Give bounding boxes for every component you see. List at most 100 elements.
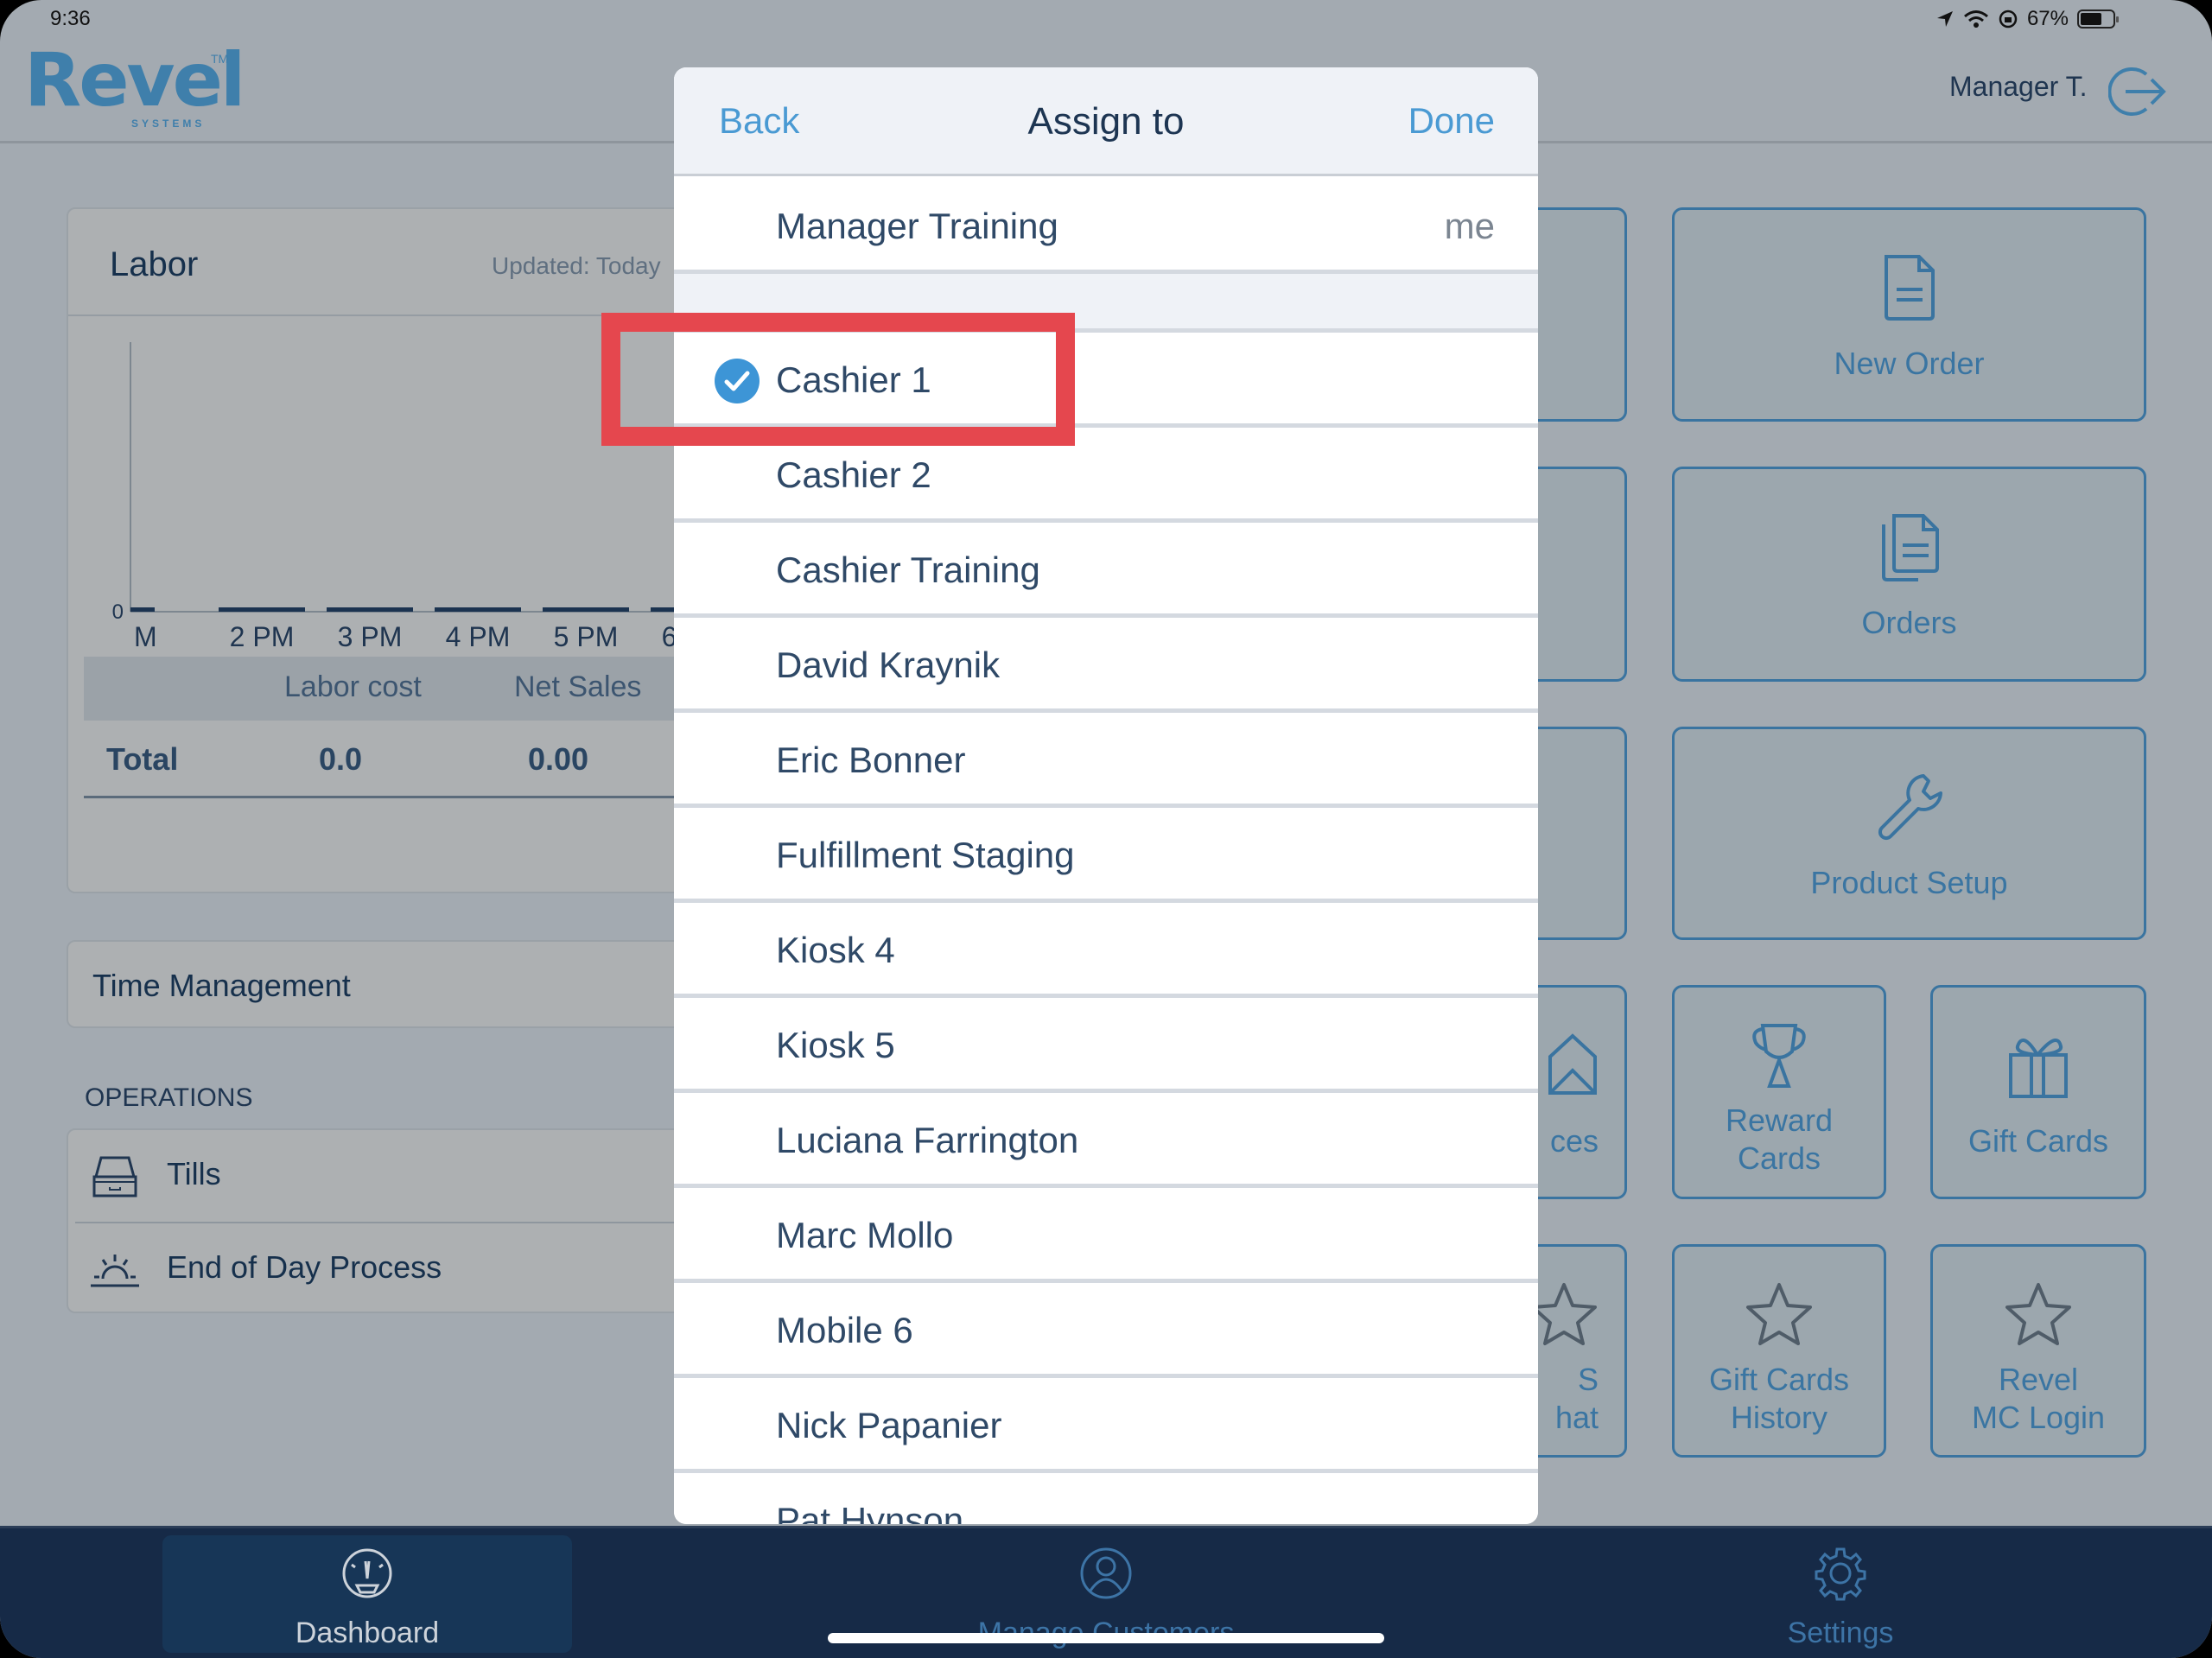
labor-table-header: Labor cost Net Sales [84, 657, 725, 721]
till-drawer-icon [92, 1156, 137, 1197]
tile-label: Product Setup [1810, 865, 2008, 900]
list-item-assignee[interactable]: David Kraynik [674, 618, 1538, 713]
list-item-current-user[interactable]: Manager Training me [674, 179, 1538, 274]
assignee-name: Luciana Farrington [776, 1120, 1079, 1160]
x-tick-label: 3 PM [338, 621, 403, 652]
document-icon [1879, 253, 1940, 327]
labor-updated: Updated: Today [492, 252, 661, 279]
labor-total-row: Total 0.0 0.00 [84, 721, 725, 798]
labor-title: Labor [110, 245, 199, 283]
col-labor-cost: Labor cost [284, 670, 422, 703]
me-tag: me [1444, 206, 1495, 246]
wifi-icon [1963, 10, 1988, 28]
list-item-assignee[interactable]: Cashier 2 [674, 428, 1538, 523]
chart-bar [219, 607, 305, 612]
tab-label: Dashboard [295, 1617, 440, 1649]
list-item-assignee[interactable]: Mobile 6 [674, 1283, 1538, 1378]
documents-icon [1875, 512, 1944, 589]
sunset-icon [91, 1255, 139, 1287]
assignee-name: Cashier 1 [776, 359, 931, 400]
tile-revel-mc-login[interactable]: Revel MC Login [1930, 1244, 2146, 1458]
time-management-label: Time Management [92, 968, 351, 1003]
tab-label: Settings [1787, 1617, 1894, 1649]
ops-item-end-of-day[interactable]: End of Day Process [68, 1223, 721, 1315]
col-net-sales: Net Sales [514, 670, 642, 703]
assignee-name: Cashier 2 [776, 454, 931, 495]
tile-product-setup[interactable]: Product Setup [1672, 727, 2146, 940]
tile-gift-cards-history[interactable]: Gift Cards History [1672, 1244, 1886, 1458]
assignee-name: David Kraynik [776, 645, 1001, 685]
list-item-assignee[interactable]: Cashier 1 [674, 333, 1538, 428]
battery-fill [2081, 13, 2102, 25]
ops-item-label: Tills [167, 1156, 221, 1191]
x-tick-label: M [134, 621, 157, 652]
rotation-lock-icon [1999, 10, 2018, 29]
assignee-name: Kiosk 4 [776, 930, 895, 970]
current-user-name: Manager T. [1949, 71, 2088, 102]
assignee-name: Manager Training [776, 206, 1058, 246]
logo-trademark: TM [211, 52, 229, 66]
star-icon [1745, 1281, 1814, 1351]
section-gap [674, 274, 1538, 333]
labor-card: Labor Updated: Today 0M2 PM 3 PM 4 PM 5 PM 6… [67, 207, 725, 893]
total-label: Total [106, 741, 179, 777]
list-item-assignee[interactable]: Luciana Farrington [674, 1093, 1538, 1188]
assignee-name: Fulfillment Staging [776, 835, 1075, 875]
done-button[interactable]: Done [1408, 100, 1495, 142]
assignee-name: Eric Bonner [776, 740, 966, 780]
assignee-name: Marc Mollo [776, 1215, 954, 1255]
list-item-assignee[interactable]: Fulfillment Staging [674, 808, 1538, 903]
modal-header: Back Assign to Done [674, 67, 1538, 176]
tile-new-order[interactable]: New Order [1672, 207, 2146, 422]
list-item-assignee[interactable]: Eric Bonner [674, 713, 1538, 808]
x-tick-label: 2 PM [230, 621, 295, 652]
tile-label: ces [1549, 1123, 1599, 1159]
y-tick-label: 0 [112, 600, 124, 624]
assign-to-modal: Back Assign to Done Manager Training me … [674, 67, 1538, 1524]
operations-card: Tills End of Day Process [67, 1128, 728, 1315]
ops-item-tills[interactable]: Tills [68, 1130, 721, 1222]
battery-icon [2077, 10, 2119, 29]
total-labor-cost: 0.0 [319, 741, 363, 777]
list-item-assignee[interactable]: Cashier Training [674, 523, 1538, 618]
home-indicator[interactable] [828, 1633, 1384, 1643]
wrench-icon [1875, 772, 1944, 846]
list-item-assignee[interactable]: Nick Papanier [674, 1378, 1538, 1473]
tab-dashboard[interactable]: Dashboard [162, 1535, 572, 1653]
operations-heading: OPERATIONS [85, 1083, 253, 1112]
assignee-name: Cashier Training [776, 549, 1040, 590]
chart-bar [130, 607, 155, 612]
total-net-sales: 0.00 [528, 741, 589, 777]
gift-icon [2005, 1031, 2071, 1104]
tile-label: Revel MC Login [1971, 1362, 2106, 1435]
tile-gift-cards[interactable]: Gift Cards [1930, 985, 2146, 1199]
tile-label: Gift Cards History [1708, 1362, 1850, 1435]
x-tick-label: 5 PM [554, 621, 619, 652]
revel-logo: Revel TM SYSTEMS [24, 43, 245, 130]
tile-orders[interactable]: Orders [1672, 467, 2146, 682]
labor-chart: 0M2 PM3 PM4 PM5 PM6 PM [112, 342, 725, 652]
list-item-assignee[interactable]: Kiosk 4 [674, 903, 1538, 998]
tile-label: Orders [1861, 605, 1957, 640]
star-icon [2004, 1281, 2073, 1351]
gear-icon [1815, 1547, 1866, 1601]
logo-subtitle: SYSTEMS [131, 118, 206, 130]
location-arrow-icon [1936, 11, 1953, 27]
x-tick-label: 4 PM [446, 621, 511, 652]
battery-percent: 67% [2026, 7, 2069, 30]
assignee-name: Kiosk 5 [776, 1025, 895, 1065]
checkmark-circle-icon [715, 359, 760, 403]
list-item-assignee[interactable]: Pat Hynson [674, 1473, 1538, 1524]
time-management-button[interactable]: Time Management [67, 940, 723, 1028]
tab-settings[interactable]: Settings [1711, 1535, 1970, 1653]
chart-bar [435, 607, 521, 612]
list-item-assignee[interactable]: Marc Mollo [674, 1188, 1538, 1283]
chart-bar [327, 607, 413, 612]
tile-label: Gift Cards [1967, 1123, 2109, 1159]
assignee-list: Manager Training me Cashier 1 Cashier 2 Ca… [674, 179, 1538, 1524]
assignee-name: Pat Hynson [776, 1500, 964, 1524]
logout-icon[interactable] [2108, 66, 2169, 118]
list-item-assignee[interactable]: Kiosk 5 [674, 998, 1538, 1093]
tile-label: Reward Cards [1725, 1102, 1834, 1176]
tile-reward-cards[interactable]: Reward Cards [1672, 985, 1886, 1199]
